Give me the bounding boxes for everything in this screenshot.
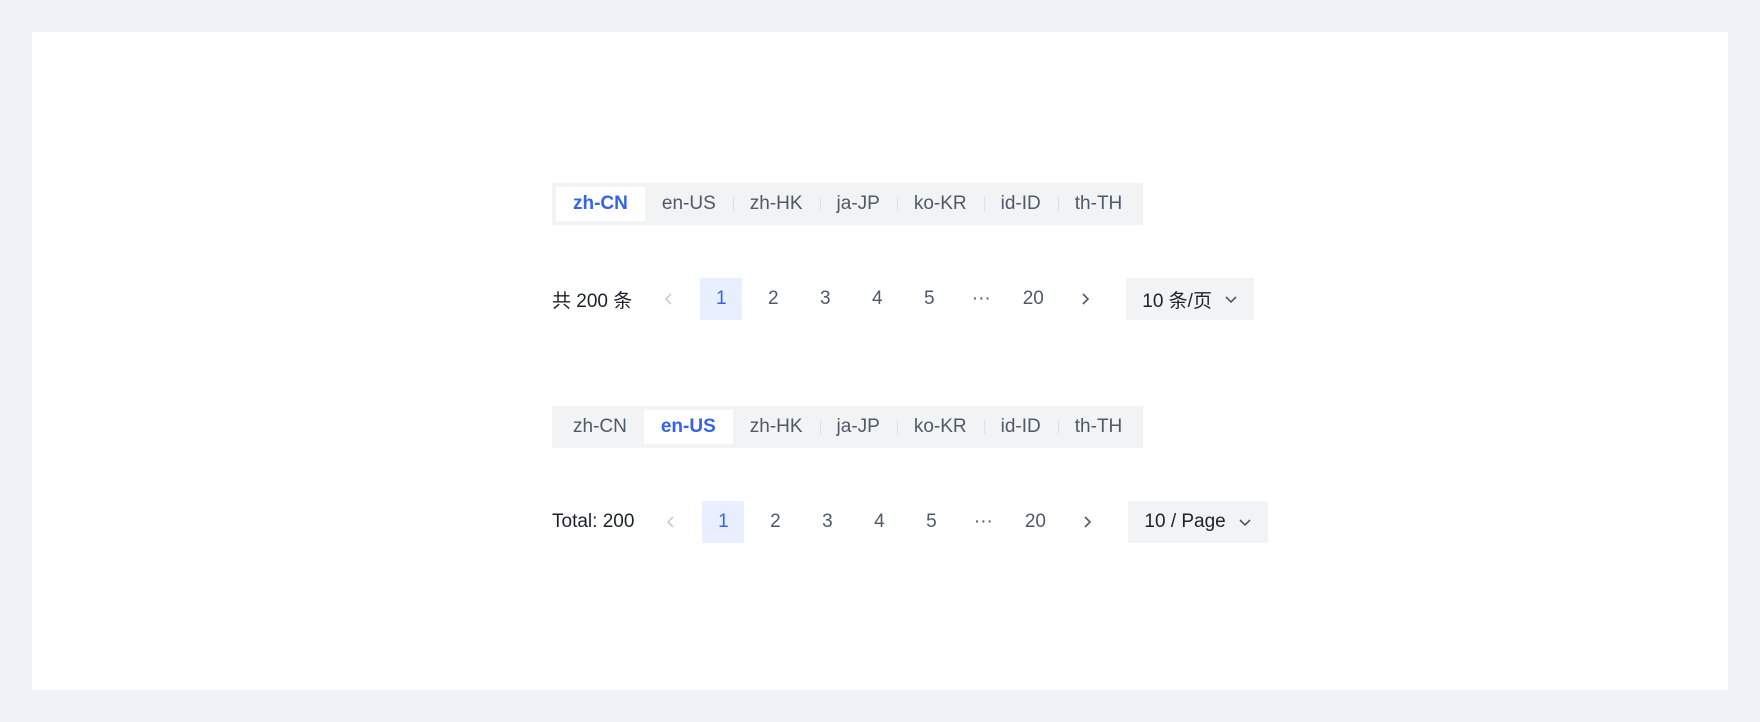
page-button-20[interactable]: 20 [1012,278,1054,320]
locale-option-id-id[interactable]: id-ID [983,410,1058,444]
locale-option-zh-hk[interactable]: zh-HK [733,410,820,444]
locale-option-id-id[interactable]: id-ID [983,187,1058,221]
locale-option-zh-cn[interactable]: zh-CN [556,187,645,221]
locale-option-en-us[interactable]: en-US [645,187,733,221]
page-size-value: 10 条/页 [1142,290,1212,312]
locale-option-zh-hk[interactable]: zh-HK [732,187,820,221]
page-button-2[interactable]: 2 [754,501,796,543]
chevron-right-icon [1084,516,1092,528]
locale-segmented-control: zh-CN en-US zh-HK ja-JP ko-KR id-ID th-T… [552,406,1144,448]
page-button-3[interactable]: 3 [804,278,846,320]
next-page-button[interactable] [1064,278,1106,320]
next-page-button[interactable] [1066,501,1108,543]
page-button-5[interactable]: 5 [910,501,952,543]
page-ellipsis[interactable]: ··· [962,501,1004,543]
locale-demo-zh: zh-CN en-US zh-HK ja-JP ko-KR id-ID th-T… [552,183,1144,225]
total-count: Total: 200 [552,511,635,532]
page-size-select[interactable]: 10 / Page [1128,501,1268,543]
page-button-2[interactable]: 2 [752,278,794,320]
page-size-select[interactable]: 10 条/页 [1126,278,1254,320]
prev-page-button[interactable] [648,278,690,320]
locale-demo-en: zh-CN en-US zh-HK ja-JP ko-KR id-ID th-T… [552,406,1144,448]
locale-option-ja-jp[interactable]: ja-JP [819,410,897,444]
total-count: 共 200 条 [552,290,633,312]
page-button-1[interactable]: 1 [702,501,745,543]
locale-option-th-th[interactable]: th-TH [1057,187,1140,221]
locale-option-en-us[interactable]: en-US [643,410,733,444]
page-button-1[interactable]: 1 [700,278,743,320]
chevron-down-icon [1225,296,1237,304]
chevron-left-icon [665,293,672,305]
pagination-zh: 共 200 条 1 2 3 4 5 ··· 20 10 条/页 [552,278,1254,320]
locale-option-ko-kr[interactable]: ko-KR [896,410,984,444]
page-button-20[interactable]: 20 [1014,501,1056,543]
page-button-3[interactable]: 3 [806,501,848,543]
chevron-down-icon [1239,519,1251,527]
page-ellipsis[interactable]: ··· [960,278,1002,320]
page-button-4[interactable]: 4 [856,278,898,320]
chevron-right-icon [1082,293,1090,305]
locale-option-zh-cn[interactable]: zh-CN [556,410,644,444]
locale-option-ja-jp[interactable]: ja-JP [819,187,897,221]
prev-page-button[interactable] [650,501,692,543]
chevron-left-icon [667,516,674,528]
page-button-4[interactable]: 4 [858,501,900,543]
locale-option-ko-kr[interactable]: ko-KR [896,187,984,221]
page-size-value: 10 / Page [1144,511,1226,532]
content-card: zh-CN en-US zh-HK ja-JP ko-KR id-ID th-T… [32,32,1728,690]
locale-option-th-th[interactable]: th-TH [1057,410,1140,444]
locale-segmented-control: zh-CN en-US zh-HK ja-JP ko-KR id-ID th-T… [552,183,1144,225]
page-button-5[interactable]: 5 [908,278,950,320]
pagination-en: Total: 200 1 2 3 4 5 ··· 20 10 / Page [552,501,1268,543]
